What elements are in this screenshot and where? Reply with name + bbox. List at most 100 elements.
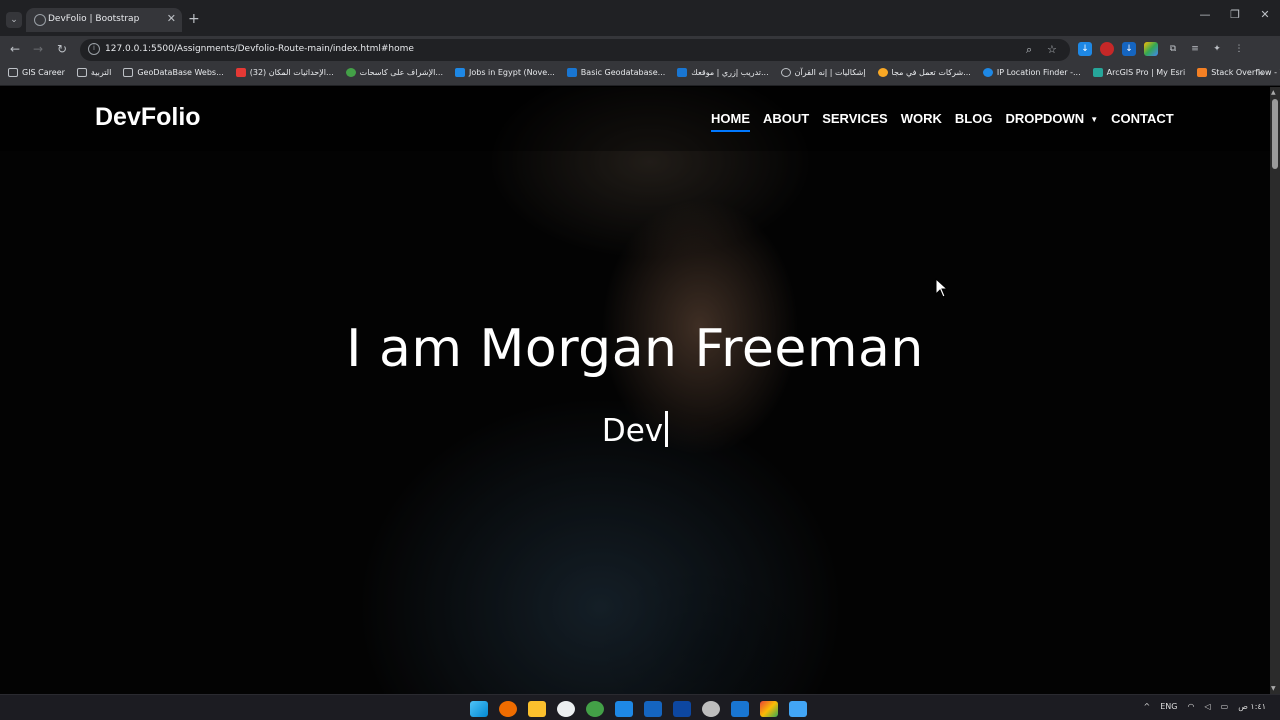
back-icon[interactable]: ←	[10, 42, 20, 56]
scroll-down-icon[interactable]: ▼	[1271, 685, 1276, 692]
wifi-icon[interactable]: ◠	[1187, 702, 1194, 711]
battery-icon[interactable]: ▭	[1221, 702, 1229, 711]
nav-home[interactable]: HOME	[711, 111, 750, 132]
youtube-icon	[235, 68, 246, 77]
system-tray: ^ ENG ◠ ◁ ▭ ١:٤١ ص	[1144, 702, 1266, 711]
arcgis-icon	[1092, 68, 1103, 77]
nav-menu: HOME ABOUT SERVICES WORK BLOG DROPDOWN ▼ …	[711, 111, 1187, 132]
mouse-pointer-icon	[935, 278, 949, 298]
minimize-icon[interactable]: —	[1190, 8, 1220, 21]
vscode-icon[interactable]	[731, 701, 749, 717]
bookmark-item[interactable]: التربية	[76, 68, 111, 77]
app-icon[interactable]	[789, 701, 807, 717]
hero-title: I am Morgan Freeman	[346, 319, 924, 379]
bookmarks-bar: GIS Career التربية GeoDataBase Webs... (…	[0, 64, 1280, 86]
more-bookmarks-icon[interactable]: »	[1258, 68, 1264, 79]
tab-title: DevFolio | Bootstrap	[48, 14, 140, 24]
stackoverflow-icon	[1197, 68, 1208, 77]
scroll-thumb[interactable]	[1272, 99, 1278, 169]
folder-icon	[123, 68, 134, 77]
forward-icon[interactable]: →	[33, 42, 43, 56]
reading-list-icon[interactable]: ≡	[1188, 42, 1202, 56]
hero-typed-text: Dev	[0, 411, 1270, 449]
bookmark-item[interactable]: Stack Overflow - W...	[1197, 68, 1280, 77]
site-logo[interactable]: DevFolio	[95, 103, 201, 132]
site-icon	[345, 68, 356, 77]
page-scrollbar[interactable]: ▲ ▼	[1270, 87, 1280, 694]
site-info-icon[interactable]: i	[88, 43, 100, 55]
volume-icon[interactable]: ◁	[1204, 702, 1210, 711]
typed-text: Dev	[601, 413, 664, 449]
browser-tab-strip: ⌄ DevFolio | Bootstrap ✕ + — ❐ ✕	[0, 0, 1280, 40]
globe-icon	[34, 14, 46, 26]
bookmark-item[interactable]: GeoDataBase Webs...	[123, 68, 224, 77]
folder-icon	[76, 68, 87, 77]
file-explorer-icon[interactable]	[528, 701, 546, 717]
page-viewport: DevFolio HOME ABOUT SERVICES WORK BLOG D…	[0, 87, 1270, 694]
url-text[interactable]: 127.0.0.1:5500/Assignments/Devfolio-Rout…	[105, 44, 414, 54]
site-icon	[780, 68, 791, 77]
extension-colorful-icon[interactable]	[1144, 42, 1158, 56]
bookmark-item[interactable]: (32) الإحداثيات المكان...	[235, 68, 334, 77]
bookmark-item[interactable]: شركات تعمل في مجا...	[877, 68, 971, 77]
nav-dropdown[interactable]: DROPDOWN ▼	[1005, 111, 1098, 126]
app-icon[interactable]	[557, 701, 575, 717]
typing-cursor	[665, 411, 669, 447]
window-close-icon[interactable]: ✕	[1250, 8, 1280, 21]
outlook-icon[interactable]	[644, 701, 662, 717]
extensions-puzzle-icon[interactable]: ⧉	[1166, 42, 1180, 56]
nav-services[interactable]: SERVICES	[822, 111, 888, 126]
window-controls: — ❐ ✕	[1190, 8, 1280, 21]
bookmark-item[interactable]: GIS Career	[8, 68, 65, 77]
hero-overlay	[0, 87, 1270, 694]
os-taskbar: ^ ENG ◠ ◁ ▭ ١:٤١ ص	[0, 694, 1280, 720]
location-icon	[982, 68, 993, 77]
app-icon[interactable]	[615, 701, 633, 717]
reload-icon[interactable]: ↻	[57, 42, 67, 56]
bookmark-item[interactable]: إشكاليات | إنه القرآن	[780, 68, 866, 77]
app-icon[interactable]	[586, 701, 604, 717]
restore-icon[interactable]: ❐	[1220, 8, 1250, 21]
nav-dropdown-label: DROPDOWN	[1005, 111, 1085, 126]
new-tab-icon[interactable]: +	[188, 11, 200, 27]
caret-down-icon: ▼	[1090, 115, 1099, 125]
bookmark-star-icon[interactable]: ☆	[1047, 43, 1057, 56]
zoom-icon[interactable]: ⌕	[1026, 43, 1032, 57]
browser-tab[interactable]: DevFolio | Bootstrap ✕	[26, 8, 182, 32]
chrome-icon[interactable]	[760, 701, 778, 717]
windows-start-icon[interactable]	[470, 701, 488, 717]
bookmark-item[interactable]: IP Location Finder -...	[982, 68, 1081, 77]
extension-blue-icon[interactable]: ↓	[1122, 42, 1136, 56]
bookmark-item[interactable]: ArcGIS Pro | My Esri	[1092, 68, 1185, 77]
bookmark-item[interactable]: Jobs in Egypt (Nove...	[455, 68, 555, 77]
site-icon	[455, 68, 465, 77]
folder-icon	[8, 68, 18, 77]
app-icon[interactable]	[702, 701, 720, 717]
language-indicator[interactable]: ENG	[1160, 702, 1177, 711]
esri-icon	[677, 68, 688, 77]
esri-icon	[566, 68, 577, 77]
menu-kebab-icon[interactable]: ⋮	[1232, 42, 1246, 56]
tray-chevron-icon[interactable]: ^	[1144, 702, 1151, 711]
scroll-up-icon[interactable]: ▲	[1271, 89, 1276, 96]
tab-search-icon[interactable]: ⌄	[6, 12, 22, 28]
bookmark-item[interactable]: تدريب إزري | موقعك...	[677, 68, 769, 77]
site-icon	[877, 68, 888, 77]
nav-contact[interactable]: CONTACT	[1111, 111, 1174, 126]
browser-toolbar: ← → ↻ i 127.0.0.1:5500/Assignments/Devfo…	[0, 36, 1280, 64]
taskbar-apps	[470, 701, 807, 717]
close-tab-icon[interactable]: ✕	[167, 12, 176, 25]
clock[interactable]: ١:٤١ ص	[1238, 702, 1266, 711]
profile-icon[interactable]: ✦	[1210, 42, 1224, 56]
nav-about[interactable]: ABOUT	[763, 111, 809, 126]
firefox-icon[interactable]	[499, 701, 517, 717]
app-icon[interactable]	[673, 701, 691, 717]
download-extension-icon[interactable]: ↓	[1078, 42, 1092, 56]
bookmark-item[interactable]: Basic Geodatabase...	[566, 68, 665, 77]
bookmark-item[interactable]: الإشراف على كاسحات...	[345, 68, 443, 77]
extension-red-icon[interactable]	[1100, 42, 1114, 56]
address-bar[interactable]: i 127.0.0.1:5500/Assignments/Devfolio-Ro…	[80, 39, 1070, 61]
nav-blog[interactable]: BLOG	[955, 111, 993, 126]
site-navbar: DevFolio HOME ABOUT SERVICES WORK BLOG D…	[0, 87, 1270, 151]
nav-work[interactable]: WORK	[901, 111, 942, 126]
